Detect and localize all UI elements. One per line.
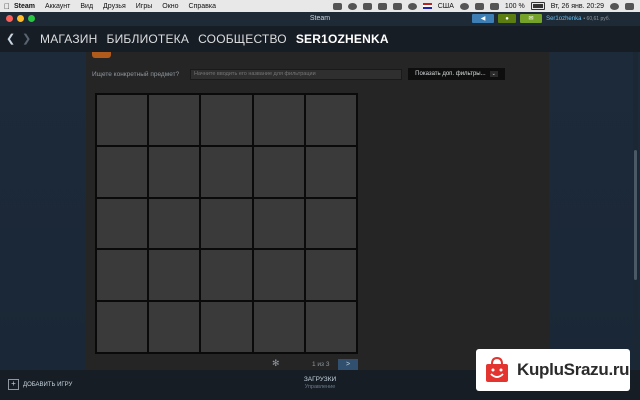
inventory-slot[interactable] [201, 250, 252, 301]
tray-cloud-icon[interactable] [362, 2, 372, 10]
inventory-slot[interactable] [253, 250, 304, 301]
nav-profile[interactable]: SER1OZHENKA [296, 32, 389, 46]
inventory-slot[interactable] [149, 198, 200, 249]
page-scrollbar-thumb[interactable] [634, 150, 637, 280]
inventory-slot[interactable] [305, 250, 356, 301]
chevron-down-icon: ⌄ [489, 71, 498, 77]
tray-clock-icon[interactable] [407, 2, 417, 10]
inventory-slot[interactable] [305, 146, 356, 197]
inventory-slot[interactable] [253, 302, 304, 352]
page-background-left [0, 52, 86, 370]
loading-spinner-icon: ✻ [272, 358, 280, 368]
menu-account[interactable]: Аккаунт [45, 3, 70, 10]
inventory-slot[interactable] [305, 95, 356, 145]
inventory-slot[interactable] [305, 302, 356, 352]
mac-menubar:  Steam Аккаунт Вид Друзья Игры Окно Спр… [0, 0, 640, 12]
battery-percent[interactable]: 100 % [505, 3, 525, 10]
user-name: Ser1ozhenka [546, 16, 582, 22]
tray-screen-icon[interactable] [392, 2, 402, 10]
inventory-slot[interactable] [253, 198, 304, 249]
window-titlebar: Steam ◀ ● ✉ Ser1ozhenka • 60,61 руб. [0, 12, 640, 26]
user-menu[interactable]: Ser1ozhenka • 60,61 руб. [546, 15, 610, 22]
titlebar-actions: ◀ ● ✉ Ser1ozhenka • 60,61 руб. [472, 14, 610, 23]
nav-links: МАГАЗИН БИБЛИОТЕКА СООБЩЕСТВО SER1OZHENK… [40, 32, 389, 46]
inventory-slot[interactable] [149, 250, 200, 301]
watermark-text: KupluSrazu.ru [517, 360, 630, 379]
menu-friends[interactable]: Друзья [103, 3, 126, 10]
notification-icon[interactable]: ● [498, 14, 517, 23]
menubar-clock[interactable]: Вт, 26 янв. 20:29 [551, 3, 604, 10]
menubar-tray: США 100 % Вт, 26 янв. 20:29 [332, 0, 634, 12]
forward-arrow-icon[interactable]: ❯ [22, 32, 31, 45]
apple-menu-icon[interactable]:  [0, 2, 14, 11]
steam-nav-bar: ❮ ❯ МАГАЗИН БИБЛИОТЕКА СООБЩЕСТВО SER1OZ… [0, 26, 640, 52]
inventory-grid [95, 93, 358, 354]
inventory-slot[interactable] [149, 95, 200, 145]
inventory-slot[interactable] [201, 95, 252, 145]
us-flag-icon[interactable] [422, 3, 432, 9]
inventory-slot[interactable] [201, 198, 252, 249]
inventory-slot[interactable] [97, 302, 148, 352]
bluetooth-icon[interactable] [459, 2, 469, 10]
menu-window[interactable]: Окно [162, 3, 178, 10]
inventory-slot[interactable] [149, 302, 200, 352]
inventory-slot[interactable] [97, 198, 148, 249]
wifi-icon[interactable] [489, 2, 499, 10]
shopping-bag-logo-icon [486, 356, 508, 382]
search-icon[interactable] [610, 2, 619, 10]
wallet-balance: • 60,61 руб. [583, 16, 610, 22]
notification-center-icon[interactable] [625, 2, 634, 10]
inventory-slot[interactable] [253, 95, 304, 145]
inventory-slot[interactable] [201, 146, 252, 197]
nav-community[interactable]: СООБЩЕСТВО [198, 32, 287, 46]
page-indicator: 1 из 3 [312, 361, 330, 368]
back-arrow-icon[interactable]: ❮ [6, 32, 15, 45]
menu-app-steam[interactable]: Steam [14, 3, 35, 10]
inventory-slot[interactable] [149, 146, 200, 197]
nav-store[interactable]: МАГАЗИН [40, 32, 98, 46]
menu-view[interactable]: Вид [80, 3, 93, 10]
inventory-slot[interactable] [97, 146, 148, 197]
inventory-slot[interactable] [253, 146, 304, 197]
input-language[interactable]: США [438, 3, 454, 10]
site-watermark: KupluSrazu.ru [476, 349, 630, 391]
search-label: Ищете конкретный предмет? [92, 70, 180, 78]
inbox-icon[interactable]: ✉ [520, 14, 543, 23]
show-filters-button[interactable]: Показать доп. фильтры... ⌄ [408, 68, 505, 80]
battery-icon[interactable] [530, 2, 545, 10]
menu-help[interactable]: Справка [189, 3, 216, 10]
inventory-slot[interactable] [97, 95, 148, 145]
next-page-button[interactable]: > [338, 359, 358, 370]
game-tab-strip[interactable] [92, 52, 111, 58]
inventory-slot[interactable] [305, 198, 356, 249]
inventory-search-row: Ищете конкретный предмет? [92, 68, 402, 80]
nav-library[interactable]: БИБЛИОТЕКА [107, 32, 190, 46]
volume-icon[interactable] [474, 2, 484, 10]
inventory-slot[interactable] [201, 302, 252, 352]
inventory-search-input[interactable] [190, 68, 402, 80]
inventory-slot[interactable] [97, 250, 148, 301]
announce-icon[interactable]: ◀ [472, 14, 495, 23]
filters-button-label: Показать доп. фильтры... [415, 71, 486, 77]
tray-steam-icon[interactable] [377, 2, 387, 10]
menu-games[interactable]: Игры [136, 3, 153, 10]
page-background-right [549, 52, 640, 370]
tray-app-icon[interactable] [332, 2, 342, 10]
tray-status-icon[interactable] [347, 2, 357, 10]
